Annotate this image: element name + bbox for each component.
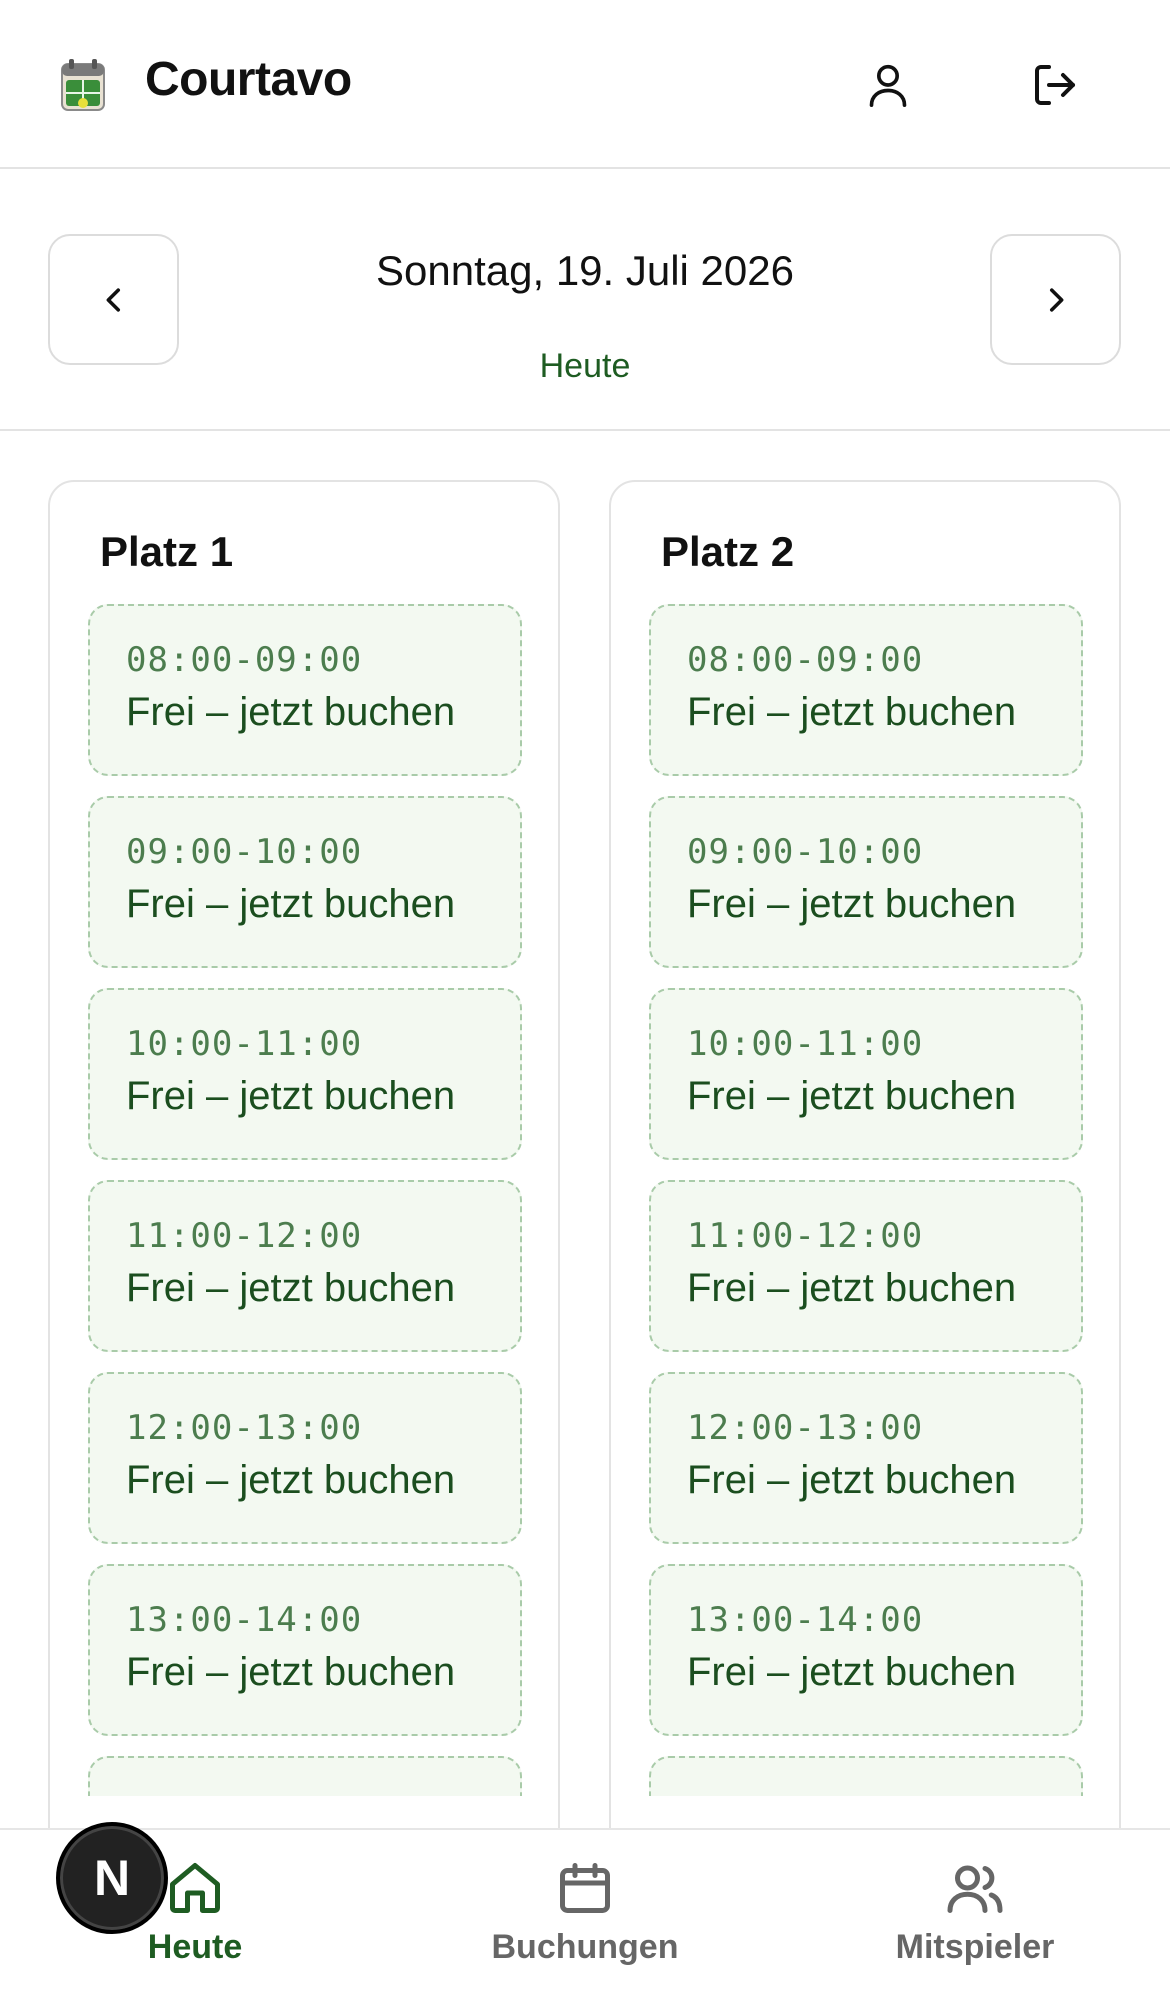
time-slot[interactable]: 10:00-11:00 Frei – jetzt buchen xyxy=(88,988,522,1160)
court-calendar-logo-icon xyxy=(60,58,106,112)
bottom-navigation: Heute Buchungen Mitspieler xyxy=(0,1828,1170,1992)
time-slot[interactable]: 08:00-09:00 Frei – jetzt buchen xyxy=(88,604,522,776)
time-slot[interactable]: 11:00-12:00 Frei – jetzt buchen xyxy=(88,1180,522,1352)
slot-status: Frei – jetzt buchen xyxy=(687,1458,1017,1502)
slot-status: Frei – jetzt buchen xyxy=(126,1458,456,1502)
nav-label: Heute xyxy=(147,1928,243,1966)
current-date: Sonntag, 19. Juli 2026 xyxy=(376,247,794,294)
previous-day-button[interactable] xyxy=(48,234,179,365)
date-navigation: Sonntag, 19. Juli 2026 Heute xyxy=(0,171,1170,431)
court-title: Platz 2 xyxy=(661,528,795,575)
time-slot[interactable]: 11:00-12:00 Frei – jetzt buchen xyxy=(649,1180,1083,1352)
user-icon xyxy=(869,64,907,107)
slot-time: 10:00-11:00 xyxy=(687,1024,924,1064)
slot-time: 10:00-11:00 xyxy=(126,1024,363,1064)
slot-list[interactable]: 08:00-09:00 Frei – jetzt buchen 09:00-10… xyxy=(649,604,1083,1796)
users-icon xyxy=(947,1865,1003,1913)
slot-time: 11:00-12:00 xyxy=(126,1216,363,1256)
slot-status: Frei – jetzt buchen xyxy=(126,1266,456,1310)
slot-status: Frei – jetzt buchen xyxy=(687,1074,1017,1118)
slot-time: 13:00-14:00 xyxy=(687,1600,924,1640)
app-root: Courtavo Sonntag, 19. Juli 2026 Heute Pl… xyxy=(0,0,1170,1992)
slot-time: 12:00-13:00 xyxy=(687,1408,924,1448)
slot-status: Frei – jetzt buchen xyxy=(687,690,1017,734)
dev-tools-badge[interactable]: N xyxy=(56,1822,168,1934)
slot-time: 13:00-14:00 xyxy=(126,1600,363,1640)
app-header: Courtavo xyxy=(0,0,1170,169)
time-slot[interactable]: 12:00-13:00 Frei – jetzt buchen xyxy=(649,1372,1083,1544)
calendar-icon xyxy=(560,1863,610,1913)
slot-time: 08:00-09:00 xyxy=(126,640,363,680)
time-slot[interactable]: 12:00-13:00 Frei – jetzt buchen xyxy=(88,1372,522,1544)
slot-time: 09:00-10:00 xyxy=(126,832,363,872)
slot-time: 08:00-09:00 xyxy=(687,640,924,680)
profile-button[interactable] xyxy=(853,50,923,120)
chevron-left-icon xyxy=(106,287,120,312)
time-slot-partial[interactable] xyxy=(649,1756,1083,1796)
court-column: Platz 2 08:00-09:00 Frei – jetzt buchen … xyxy=(609,480,1121,1940)
time-slot[interactable]: 08:00-09:00 Frei – jetzt buchen xyxy=(649,604,1083,776)
time-slot[interactable]: 09:00-10:00 Frei – jetzt buchen xyxy=(649,796,1083,968)
slot-status: Frei – jetzt buchen xyxy=(687,882,1017,926)
time-slot[interactable]: 10:00-11:00 Frei – jetzt buchen xyxy=(649,988,1083,1160)
slot-status: Frei – jetzt buchen xyxy=(126,1074,456,1118)
slot-status: Frei – jetzt buchen xyxy=(687,1650,1017,1694)
nav-item-mitspieler[interactable]: Mitspieler xyxy=(845,1858,1105,1978)
home-icon xyxy=(170,1863,220,1913)
time-slot-partial[interactable] xyxy=(88,1756,522,1796)
slot-status: Frei – jetzt buchen xyxy=(126,882,456,926)
chevron-right-icon xyxy=(1049,287,1063,312)
nav-item-buchungen[interactable]: Buchungen xyxy=(455,1858,715,1978)
nav-label: Mitspieler xyxy=(895,1928,1055,1966)
time-slot[interactable]: 13:00-14:00 Frei – jetzt buchen xyxy=(649,1564,1083,1736)
slot-list[interactable]: 08:00-09:00 Frei – jetzt buchen 09:00-10… xyxy=(88,604,522,1796)
time-slot[interactable]: 09:00-10:00 Frei – jetzt buchen xyxy=(88,796,522,968)
slot-status: Frei – jetzt buchen xyxy=(687,1266,1017,1310)
brand-name: Courtavo xyxy=(145,53,352,106)
today-link[interactable]: Heute xyxy=(200,347,970,386)
logout-button[interactable] xyxy=(1020,50,1090,120)
nav-label: Buchungen xyxy=(491,1928,679,1966)
court-title: Platz 1 xyxy=(100,528,234,575)
court-column: Platz 1 08:00-09:00 Frei – jetzt buchen … xyxy=(48,480,560,1940)
slot-time: 09:00-10:00 xyxy=(687,832,924,872)
dev-badge-letter: N xyxy=(93,1850,131,1906)
logout-icon xyxy=(1035,65,1075,105)
slot-time: 11:00-12:00 xyxy=(687,1216,924,1256)
slot-status: Frei – jetzt buchen xyxy=(126,690,456,734)
slot-status: Frei – jetzt buchen xyxy=(126,1650,456,1694)
slot-time: 12:00-13:00 xyxy=(126,1408,363,1448)
time-slot[interactable]: 13:00-14:00 Frei – jetzt buchen xyxy=(88,1564,522,1736)
next-day-button[interactable] xyxy=(990,234,1121,365)
